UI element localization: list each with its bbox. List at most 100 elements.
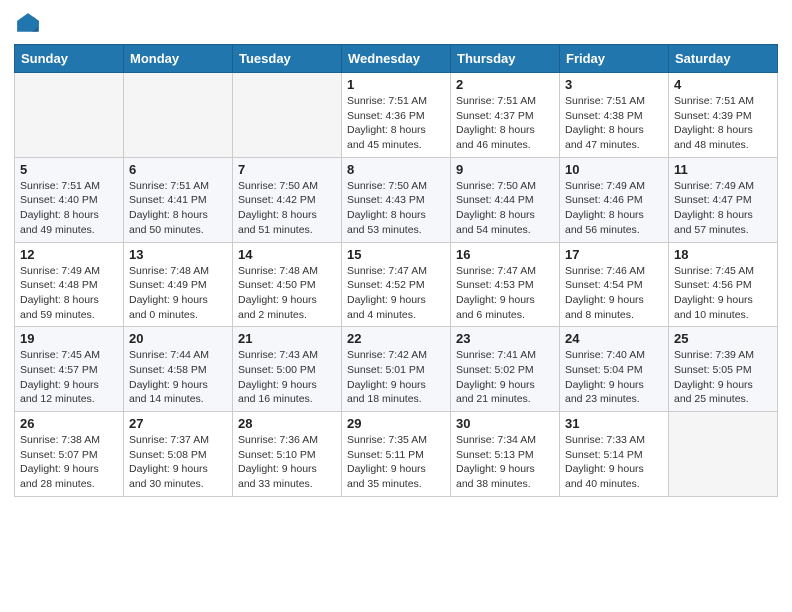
calendar-table: SundayMondayTuesdayWednesdayThursdayFrid…	[14, 44, 778, 497]
col-header-tuesday: Tuesday	[233, 45, 342, 73]
col-header-sunday: Sunday	[15, 45, 124, 73]
day-number: 31	[565, 416, 663, 431]
day-info: Sunrise: 7:34 AM Sunset: 5:13 PM Dayligh…	[456, 433, 554, 492]
day-number: 3	[565, 77, 663, 92]
day-cell: 4 Sunrise: 7:51 AM Sunset: 4:39 PM Daylig…	[669, 73, 778, 158]
day-cell: 18 Sunrise: 7:45 AM Sunset: 4:56 PM Dayli…	[669, 242, 778, 327]
day-info: Sunrise: 7:44 AM Sunset: 4:58 PM Dayligh…	[129, 348, 227, 407]
day-cell: 31 Sunrise: 7:33 AM Sunset: 5:14 PM Dayli…	[560, 412, 669, 497]
day-info: Sunrise: 7:35 AM Sunset: 5:11 PM Dayligh…	[347, 433, 445, 492]
day-number: 19	[20, 331, 118, 346]
day-cell: 17 Sunrise: 7:46 AM Sunset: 4:54 PM Dayli…	[560, 242, 669, 327]
day-number: 21	[238, 331, 336, 346]
day-number: 11	[674, 162, 772, 177]
day-number: 9	[456, 162, 554, 177]
day-number: 25	[674, 331, 772, 346]
day-number: 10	[565, 162, 663, 177]
day-number: 14	[238, 247, 336, 262]
day-info: Sunrise: 7:37 AM Sunset: 5:08 PM Dayligh…	[129, 433, 227, 492]
day-cell: 9 Sunrise: 7:50 AM Sunset: 4:44 PM Daylig…	[451, 157, 560, 242]
week-row-3: 12 Sunrise: 7:49 AM Sunset: 4:48 PM Dayli…	[15, 242, 778, 327]
col-header-monday: Monday	[124, 45, 233, 73]
day-number: 26	[20, 416, 118, 431]
day-cell: 16 Sunrise: 7:47 AM Sunset: 4:53 PM Dayli…	[451, 242, 560, 327]
day-number: 24	[565, 331, 663, 346]
day-info: Sunrise: 7:45 AM Sunset: 4:57 PM Dayligh…	[20, 348, 118, 407]
day-cell	[669, 412, 778, 497]
day-cell: 10 Sunrise: 7:49 AM Sunset: 4:46 PM Dayli…	[560, 157, 669, 242]
day-cell: 5Sunrise: 7:51 AM Sunset: 4:40 PM Daylig…	[15, 157, 124, 242]
day-cell: 2Sunrise: 7:51 AM Sunset: 4:37 PM Daylig…	[451, 73, 560, 158]
day-cell: 27 Sunrise: 7:37 AM Sunset: 5:08 PM Dayli…	[124, 412, 233, 497]
day-cell: 15Sunrise: 7:47 AM Sunset: 4:52 PM Dayli…	[342, 242, 451, 327]
day-cell: 28 Sunrise: 7:36 AM Sunset: 5:10 PM Dayli…	[233, 412, 342, 497]
day-cell: 20Sunrise: 7:44 AM Sunset: 4:58 PM Dayli…	[124, 327, 233, 412]
col-header-friday: Friday	[560, 45, 669, 73]
day-cell: 25 Sunrise: 7:39 AM Sunset: 5:05 PM Dayli…	[669, 327, 778, 412]
day-cell: 14 Sunrise: 7:48 AM Sunset: 4:50 PM Dayli…	[233, 242, 342, 327]
day-cell: 12 Sunrise: 7:49 AM Sunset: 4:48 PM Dayli…	[15, 242, 124, 327]
day-number: 7	[238, 162, 336, 177]
page-container: SundayMondayTuesdayWednesdayThursdayFrid…	[0, 0, 792, 511]
week-row-1: 1Sunrise: 7:51 AM Sunset: 4:36 PM Daylig…	[15, 73, 778, 158]
day-info: Sunrise: 7:49 AM Sunset: 4:46 PM Dayligh…	[565, 179, 663, 238]
day-cell: 30 Sunrise: 7:34 AM Sunset: 5:13 PM Dayli…	[451, 412, 560, 497]
day-info: Sunrise: 7:51 AM Sunset: 4:41 PM Dayligh…	[129, 179, 227, 238]
col-header-wednesday: Wednesday	[342, 45, 451, 73]
day-info: Sunrise: 7:43 AM Sunset: 5:00 PM Dayligh…	[238, 348, 336, 407]
day-info: Sunrise: 7:51 AM Sunset: 4:40 PM Dayligh…	[20, 179, 118, 238]
day-cell: 21 Sunrise: 7:43 AM Sunset: 5:00 PM Dayli…	[233, 327, 342, 412]
day-info: Sunrise: 7:36 AM Sunset: 5:10 PM Dayligh…	[238, 433, 336, 492]
day-info: Sunrise: 7:40 AM Sunset: 5:04 PM Dayligh…	[565, 348, 663, 407]
day-info: Sunrise: 7:49 AM Sunset: 4:48 PM Dayligh…	[20, 264, 118, 323]
col-header-thursday: Thursday	[451, 45, 560, 73]
day-number: 6	[129, 162, 227, 177]
day-cell	[233, 73, 342, 158]
day-info: Sunrise: 7:48 AM Sunset: 4:50 PM Dayligh…	[238, 264, 336, 323]
day-number: 12	[20, 247, 118, 262]
day-info: Sunrise: 7:51 AM Sunset: 4:36 PM Dayligh…	[347, 94, 445, 153]
day-number: 8	[347, 162, 445, 177]
week-row-4: 19 Sunrise: 7:45 AM Sunset: 4:57 PM Dayli…	[15, 327, 778, 412]
day-number: 15	[347, 247, 445, 262]
header	[14, 10, 778, 38]
day-cell: 29 Sunrise: 7:35 AM Sunset: 5:11 PM Dayli…	[342, 412, 451, 497]
day-cell: 22Sunrise: 7:42 AM Sunset: 5:01 PM Dayli…	[342, 327, 451, 412]
day-cell: 7 Sunrise: 7:50 AM Sunset: 4:42 PM Daylig…	[233, 157, 342, 242]
day-cell: 13Sunrise: 7:48 AM Sunset: 4:49 PM Dayli…	[124, 242, 233, 327]
day-number: 16	[456, 247, 554, 262]
day-number: 17	[565, 247, 663, 262]
day-cell	[124, 73, 233, 158]
day-number: 18	[674, 247, 772, 262]
day-info: Sunrise: 7:50 AM Sunset: 4:44 PM Dayligh…	[456, 179, 554, 238]
day-info: Sunrise: 7:45 AM Sunset: 4:56 PM Dayligh…	[674, 264, 772, 323]
day-cell: 6 Sunrise: 7:51 AM Sunset: 4:41 PM Daylig…	[124, 157, 233, 242]
day-cell: 23 Sunrise: 7:41 AM Sunset: 5:02 PM Dayli…	[451, 327, 560, 412]
week-row-5: 26 Sunrise: 7:38 AM Sunset: 5:07 PM Dayli…	[15, 412, 778, 497]
day-cell: 11 Sunrise: 7:49 AM Sunset: 4:47 PM Dayli…	[669, 157, 778, 242]
day-cell: 26 Sunrise: 7:38 AM Sunset: 5:07 PM Dayli…	[15, 412, 124, 497]
day-info: Sunrise: 7:49 AM Sunset: 4:47 PM Dayligh…	[674, 179, 772, 238]
day-info: Sunrise: 7:51 AM Sunset: 4:39 PM Dayligh…	[674, 94, 772, 153]
day-cell: 24 Sunrise: 7:40 AM Sunset: 5:04 PM Dayli…	[560, 327, 669, 412]
day-info: Sunrise: 7:41 AM Sunset: 5:02 PM Dayligh…	[456, 348, 554, 407]
day-info: Sunrise: 7:47 AM Sunset: 4:53 PM Dayligh…	[456, 264, 554, 323]
day-number: 28	[238, 416, 336, 431]
day-info: Sunrise: 7:50 AM Sunset: 4:42 PM Dayligh…	[238, 179, 336, 238]
col-header-saturday: Saturday	[669, 45, 778, 73]
day-number: 23	[456, 331, 554, 346]
day-number: 4	[674, 77, 772, 92]
day-info: Sunrise: 7:39 AM Sunset: 5:05 PM Dayligh…	[674, 348, 772, 407]
day-info: Sunrise: 7:33 AM Sunset: 5:14 PM Dayligh…	[565, 433, 663, 492]
day-number: 27	[129, 416, 227, 431]
logo-icon	[14, 10, 42, 38]
week-row-2: 5Sunrise: 7:51 AM Sunset: 4:40 PM Daylig…	[15, 157, 778, 242]
header-row: SundayMondayTuesdayWednesdayThursdayFrid…	[15, 45, 778, 73]
day-info: Sunrise: 7:50 AM Sunset: 4:43 PM Dayligh…	[347, 179, 445, 238]
day-info: Sunrise: 7:38 AM Sunset: 5:07 PM Dayligh…	[20, 433, 118, 492]
day-number: 22	[347, 331, 445, 346]
day-number: 30	[456, 416, 554, 431]
day-number: 29	[347, 416, 445, 431]
day-info: Sunrise: 7:46 AM Sunset: 4:54 PM Dayligh…	[565, 264, 663, 323]
day-info: Sunrise: 7:51 AM Sunset: 4:37 PM Dayligh…	[456, 94, 554, 153]
